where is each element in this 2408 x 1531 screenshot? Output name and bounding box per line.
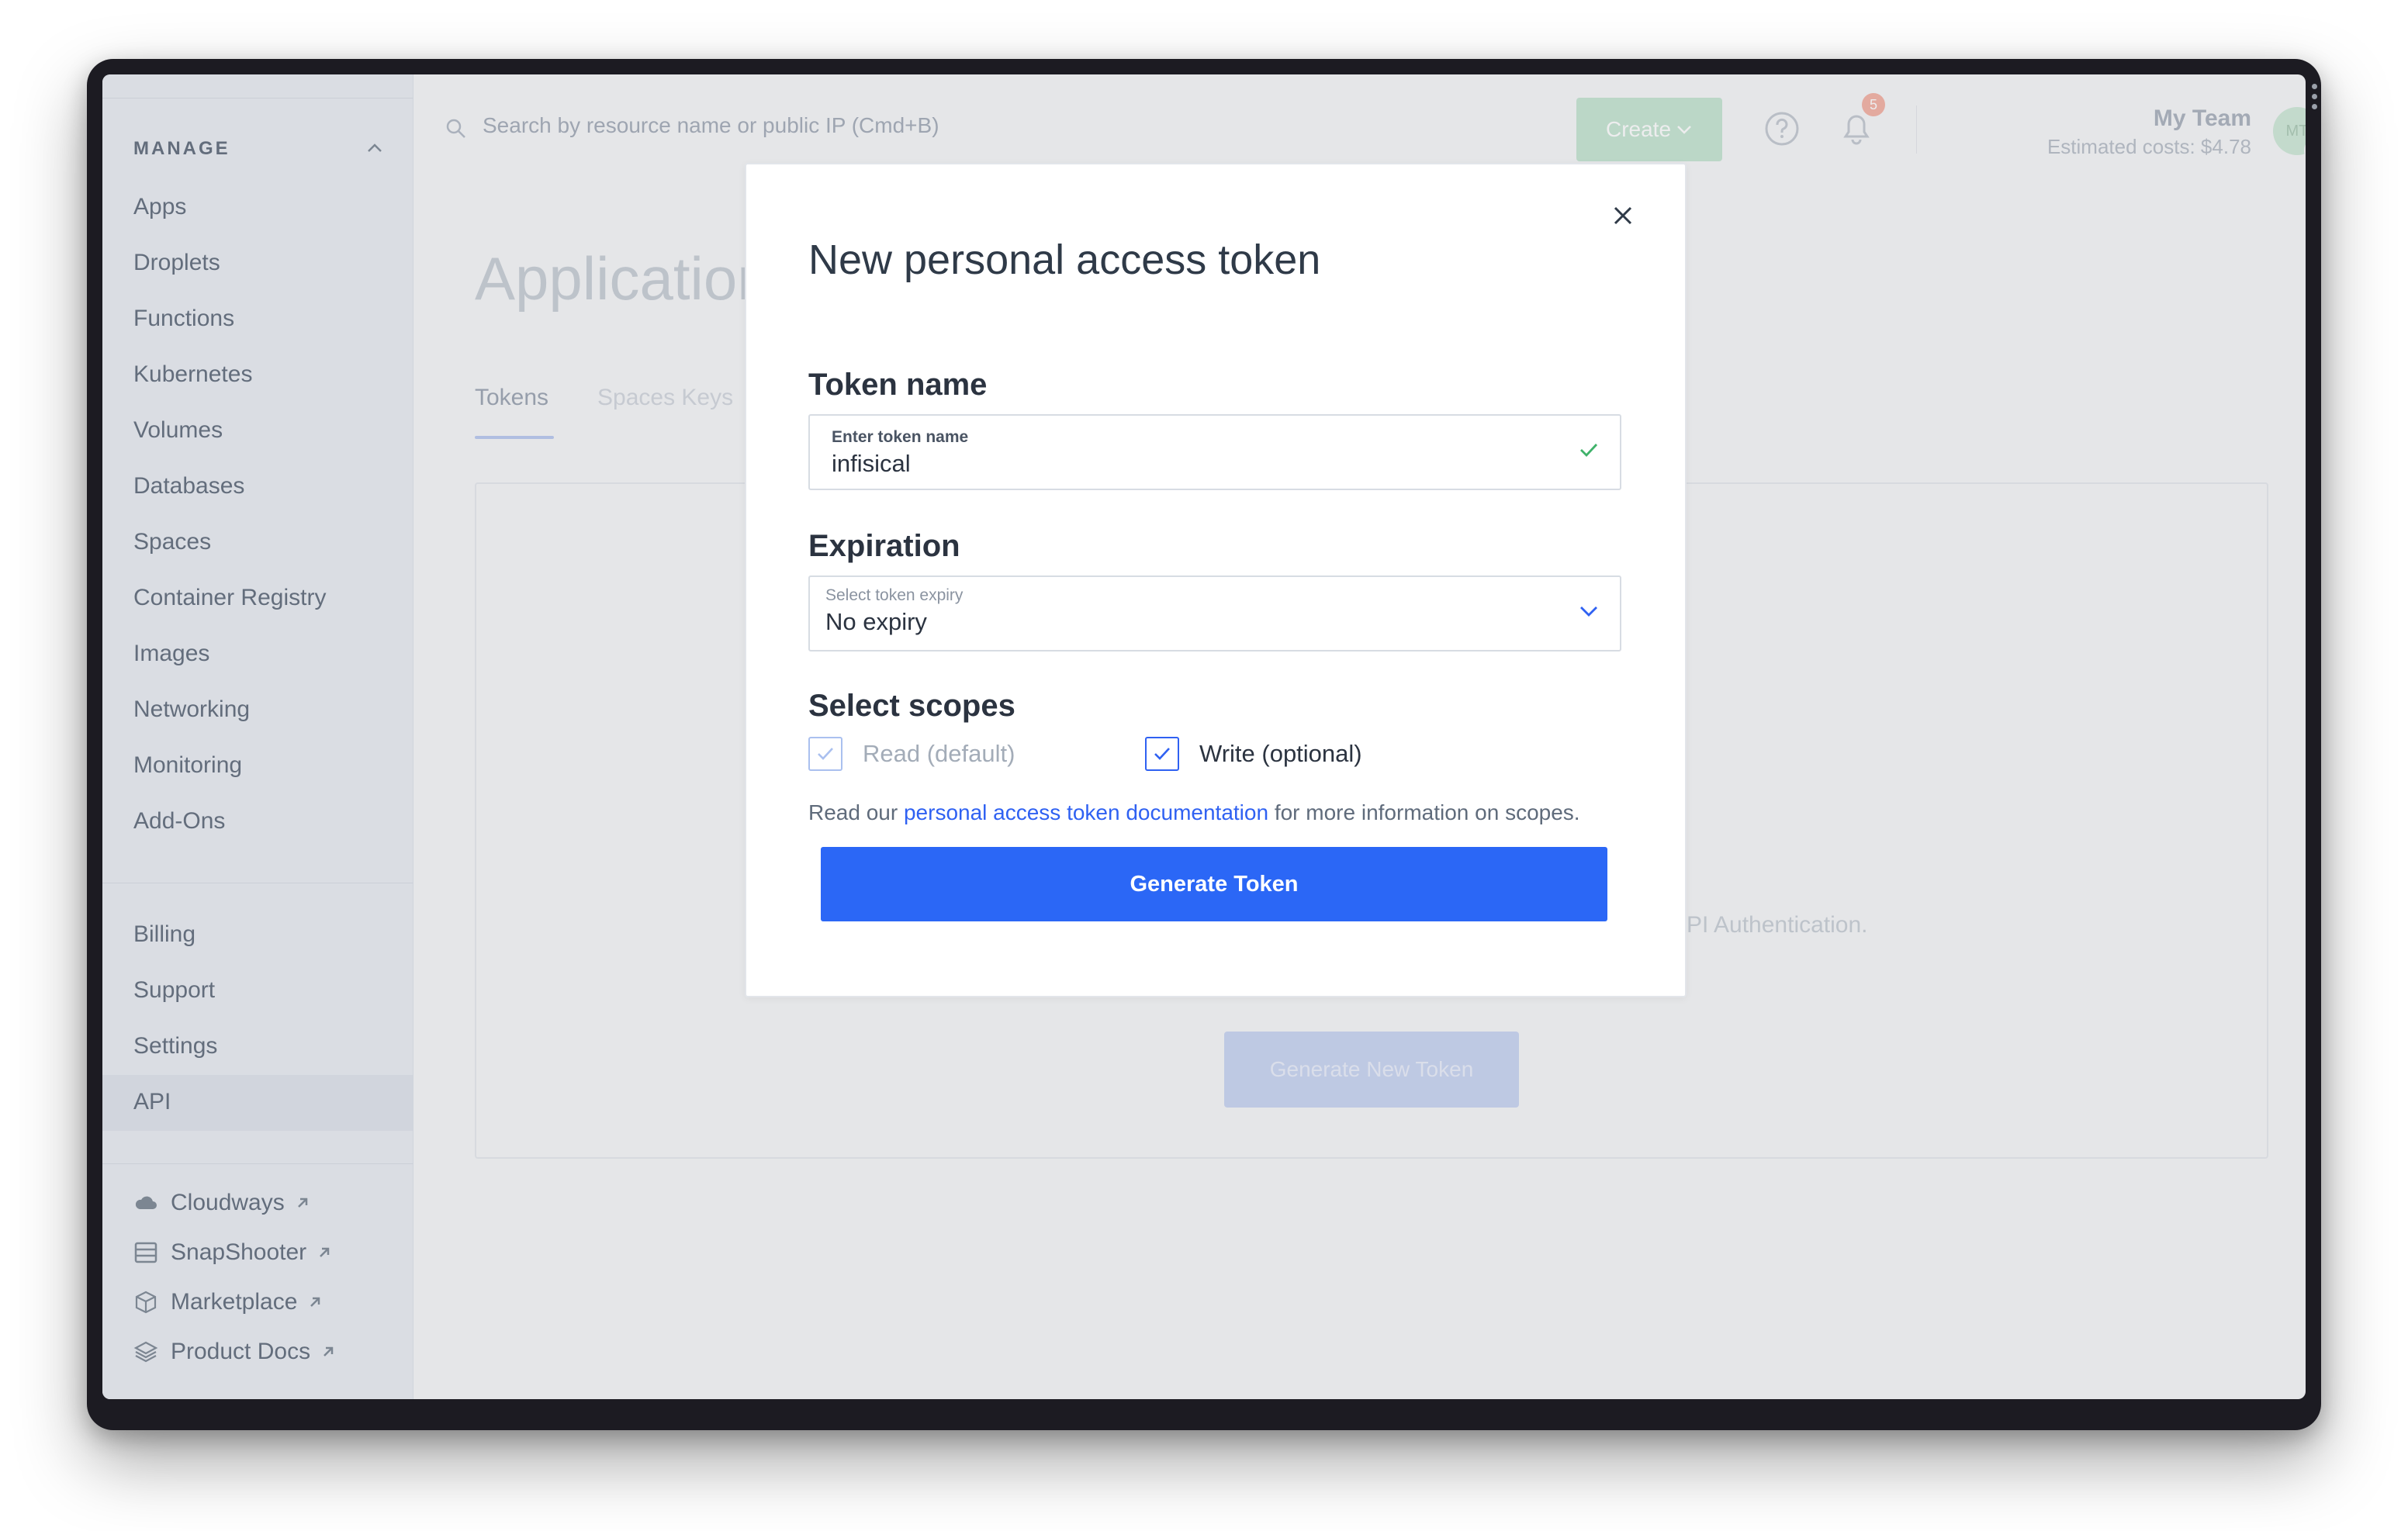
expiration-section-label: Expiration (808, 529, 960, 563)
scope-read-checkbox[interactable] (808, 737, 842, 771)
info-suffix: for more information on scopes. (1268, 800, 1580, 824)
new-token-modal: New personal access token Token name Ent… (745, 163, 1687, 997)
frame-dots (2312, 84, 2318, 112)
documentation-link[interactable]: personal access token documentation (904, 800, 1268, 824)
check-icon (1580, 444, 1598, 458)
token-name-field-label: Enter token name (832, 428, 969, 446)
token-name-value: infisical (832, 450, 911, 477)
scope-write-checkbox[interactable] (1145, 737, 1179, 771)
check-icon (818, 748, 833, 760)
generate-token-button[interactable]: Generate Token (821, 847, 1607, 921)
modal-title: New personal access token (808, 237, 1321, 283)
app-screen: MANAGE Apps Droplets Functions Kubernete… (102, 74, 2306, 1399)
expiry-field-label: Select token expiry (825, 586, 964, 604)
scopes-section-label: Select scopes (808, 689, 1015, 723)
scope-read-label: Read (default) (863, 740, 1015, 767)
expiry-select[interactable]: Select token expiry No expiry (808, 575, 1621, 651)
chevron-down-icon (1580, 607, 1597, 617)
close-icon[interactable] (1609, 202, 1637, 230)
expiry-value: No expiry (825, 608, 927, 635)
info-prefix: Read our (808, 800, 904, 824)
token-name-section-label: Token name (808, 368, 988, 402)
scope-write-label: Write (optional) (1199, 740, 1362, 767)
check-icon (1154, 748, 1170, 760)
token-name-field[interactable]: Enter token name infisical (808, 414, 1621, 490)
scope-info-text: Read our personal access token documenta… (808, 800, 1580, 825)
